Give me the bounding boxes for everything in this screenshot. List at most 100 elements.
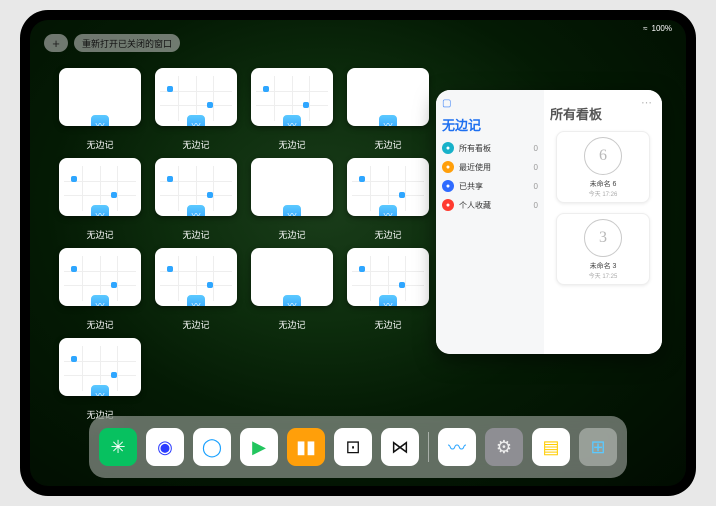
freeform-app-icon: 〰 [282,294,302,306]
notes-icon[interactable]: ▤ [532,428,570,466]
freeform-app-icon: 〰 [90,294,110,306]
freeform-app-icon: 〰 [378,204,398,216]
window-thumbnail: 〰 [59,68,141,126]
sidebar-item-count: 0 [534,182,538,191]
ipad-frame: ≈ 100% + 重新打开已关闭的窗口 〰无边记〰无边记〰无边记〰无边记〰无边记… [20,10,696,496]
shared-icon: ● [442,180,454,192]
window-tile[interactable]: 〰无边记 [346,158,430,242]
board-doodle: 6 [584,137,622,175]
freeform-app-icon: 〰 [90,114,110,126]
window-tile[interactable]: 〰无边记 [346,68,430,152]
sidebar-item-label: 所有看板 [459,143,491,154]
clock-icon: ● [442,161,454,173]
window-tile[interactable]: 〰无边记 [154,68,238,152]
window-thumbnail: 〰 [347,158,429,216]
freeform-app-icon: 〰 [282,204,302,216]
window-label: 无边记 [86,228,113,241]
window-thumbnail: 〰 [155,158,237,216]
sidebar-title: 无边记 [442,115,538,134]
sidebar-item-label: 已共享 [459,181,483,192]
window-thumbnail: 〰 [251,68,333,126]
more-icon[interactable]: ⋯ [641,96,652,109]
window-tile[interactable]: 〰无边记 [58,248,142,332]
freeform-app-icon: 〰 [282,114,302,126]
sidebar-item[interactable]: ● 个人收藏 0 [442,199,538,211]
window-thumbnail: 〰 [251,158,333,216]
freeform-app-panel[interactable]: ⋯ ▢ 无边记 ●所有看板0●最近使用0●已共享0●个人收藏0 所有看板 6未命… [436,90,662,354]
apps-folder-icon[interactable]: ⊞ [579,428,617,466]
app-switcher-grid: 〰无边记〰无边记〰无边记〰无边记〰无边记〰无边记〰无边记〰无边记〰无边记〰无边记… [58,68,438,422]
window-tile[interactable]: 〰无边记 [154,248,238,332]
books-icon[interactable]: ▮▮ [287,428,325,466]
window-thumbnail: 〰 [59,338,141,396]
reopen-closed-window-button[interactable]: 重新打开已关闭的窗口 [74,34,180,52]
wifi-icon: ≈ [643,24,647,33]
freeform-app-icon: 〰 [378,294,398,306]
window-label: 无边记 [374,318,401,331]
board-name: 未命名 6 [590,179,617,189]
browser-icon[interactable]: ◯ [193,428,231,466]
connect-icon[interactable]: ⋈ [381,428,419,466]
settings-icon[interactable]: ⚙ [485,428,523,466]
play-icon[interactable]: ▶ [240,428,278,466]
freeform-boards-area: 所有看板 6未命名 6今天 17:263未命名 3今天 17:25 [544,90,662,354]
freeform-app-icon: 〰 [186,294,206,306]
new-window-button[interactable]: + [44,34,68,52]
window-tile[interactable]: 〰无边记 [250,248,334,332]
window-label: 无边记 [278,138,305,151]
window-tile[interactable]: 〰无边记 [58,68,142,152]
dock: ✳◉◯▶▮▮⊡⋈ 〰⚙▤⊞ [89,416,627,478]
sidebar-item-count: 0 [534,144,538,153]
window-label: 无边记 [374,138,401,151]
window-tile[interactable]: 〰无边记 [250,158,334,242]
quark-icon[interactable]: ◉ [146,428,184,466]
board-time: 今天 17:25 [589,271,618,280]
top-toolbar: + 重新打开已关闭的窗口 [44,34,180,52]
window-tile[interactable]: 〰无边记 [250,68,334,152]
window-thumbnail: 〰 [155,248,237,306]
freeform-app-icon: 〰 [90,384,110,396]
status-bar: ≈ 100% [643,24,672,33]
board-doodle: 3 [584,219,622,257]
ipad-screen: ≈ 100% + 重新打开已关闭的窗口 〰无边记〰无边记〰无边记〰无边记〰无边记… [30,20,686,486]
board-card[interactable]: 3 未命名 3今天 17:25 [556,213,650,285]
dock-separator [428,432,429,462]
window-label: 无边记 [86,318,113,331]
sidebar-item-count: 0 [534,163,538,172]
window-tile[interactable]: 〰无边记 [346,248,430,332]
battery-label: 100% [652,24,672,33]
heart-icon: ● [442,199,454,211]
window-thumbnail: 〰 [59,158,141,216]
window-label: 无边记 [278,318,305,331]
freeform-app-icon: 〰 [90,204,110,216]
window-tile[interactable]: 〰无边记 [154,158,238,242]
window-thumbnail: 〰 [251,248,333,306]
window-thumbnail: 〰 [155,68,237,126]
window-label: 无边记 [182,318,209,331]
sidebar-item[interactable]: ●所有看板0 [442,142,538,154]
board-time: 今天 17:26 [589,189,618,198]
freeform-app-icon: 〰 [186,114,206,126]
sidebar-item[interactable]: ● 已共享 0 [442,180,538,192]
window-label: 无边记 [278,228,305,241]
wechat-icon[interactable]: ✳ [99,428,137,466]
window-label: 无边记 [182,228,209,241]
sidebar-icon: ▢ [442,98,538,109]
window-thumbnail: 〰 [347,248,429,306]
freeform-sidebar: ▢ 无边记 ●所有看板0●最近使用0●已共享0●个人收藏0 [436,90,544,354]
window-thumbnail: 〰 [347,68,429,126]
dice-icon[interactable]: ⊡ [334,428,372,466]
freeform-icon[interactable]: 〰 [438,428,476,466]
board-card[interactable]: 6 未命名 6今天 17:26 [556,131,650,203]
window-tile[interactable]: 〰无边记 [58,338,142,422]
window-label: 无边记 [182,138,209,151]
window-label: 无边记 [86,138,113,151]
sidebar-item-label: 个人收藏 [459,200,491,211]
sidebar-item-label: 最近使用 [459,162,491,173]
window-label: 无边记 [374,228,401,241]
freeform-app-icon: 〰 [378,114,398,126]
window-tile[interactable]: 〰无边记 [58,158,142,242]
sidebar-item-count: 0 [534,201,538,210]
board-name: 未命名 3 [590,261,617,271]
sidebar-item[interactable]: ● 最近使用 0 [442,161,538,173]
